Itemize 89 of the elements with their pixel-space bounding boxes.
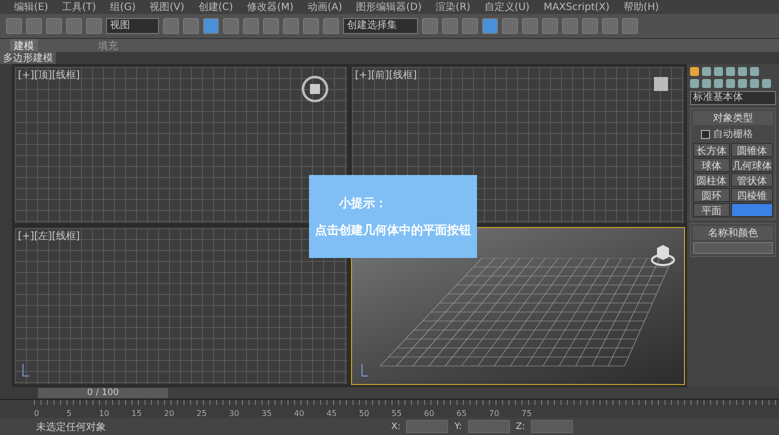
viewcube-icon[interactable]	[301, 75, 329, 103]
frame-number: 70	[489, 409, 500, 418]
toolbar-icon[interactable]	[602, 18, 618, 34]
frame-number: 50	[359, 409, 370, 418]
viewport-label[interactable]: [+][顶][线框]	[18, 68, 80, 82]
menu-item[interactable]: MAXScript(X)	[544, 2, 610, 12]
frame-number: 30	[229, 409, 240, 418]
toolbar-icon[interactable]	[203, 18, 219, 34]
menu-item[interactable]: 动画(A)	[308, 0, 342, 14]
menu-item[interactable]: 组(G)	[110, 0, 136, 14]
frame-number: 65	[456, 409, 468, 418]
toolbar-icon[interactable]	[562, 18, 578, 34]
ribbon-panel-label[interactable]: 多边形建模	[0, 51, 56, 65]
toolbar-icon[interactable]	[66, 18, 82, 34]
coordinate-field[interactable]	[406, 420, 448, 433]
menu-item[interactable]: 渲染(R)	[436, 0, 470, 14]
view-dropdown[interactable]: 视图	[106, 18, 159, 34]
viewport-label[interactable]: [+][左][线框]	[18, 229, 80, 243]
toolbar-icon[interactable]	[582, 18, 598, 34]
coordinate-label: Y:	[454, 422, 462, 432]
menu-item[interactable]: 编辑(E)	[14, 0, 48, 14]
coordinate-field[interactable]	[468, 420, 510, 433]
frame-number: 35	[262, 409, 273, 418]
status-message: 未选定任何对象	[36, 420, 107, 434]
axis-icon	[21, 364, 29, 378]
primitive-button[interactable]: 球体	[693, 158, 730, 172]
toolbar-icon[interactable]	[303, 18, 319, 34]
frame-number: 60	[424, 409, 436, 418]
toolbar-icon[interactable]	[183, 18, 199, 34]
time-slider-thumb[interactable]: 0 / 100	[38, 388, 168, 398]
toolbar-icon[interactable]	[442, 18, 458, 34]
viewport-label[interactable]: [+][前][线框]	[355, 68, 417, 82]
toolbar-icon[interactable]	[86, 18, 102, 34]
toolbar-icon[interactable]	[46, 18, 62, 34]
toolbar-icon[interactable]	[223, 18, 239, 34]
toolbar-icon[interactable]	[323, 18, 339, 34]
primitive-button[interactable]: 长方体	[693, 143, 730, 157]
frame-number: 55	[392, 409, 403, 418]
primitive-button[interactable]: 四棱锥	[731, 188, 773, 202]
toolbar-icon[interactable]	[542, 18, 558, 34]
viewcube-icon[interactable]	[650, 242, 676, 266]
toolbar-icon[interactable]	[622, 18, 638, 34]
rollout-title[interactable]: 对象类型	[693, 111, 773, 125]
selection-set-dropdown[interactable]: 创建选择集	[343, 18, 418, 34]
toolbar-icon[interactable]	[26, 18, 42, 34]
time-slider-track[interactable]: 0 / 100	[38, 388, 779, 398]
frame-number: 10	[99, 409, 110, 418]
primitive-button[interactable]: 平面	[693, 203, 730, 217]
cube-icon[interactable]	[654, 77, 668, 91]
axis-icon	[360, 364, 368, 378]
toolbar-icon[interactable]	[462, 18, 478, 34]
coordinate-label: X:	[391, 422, 400, 432]
toolbar-icon[interactable]	[243, 18, 259, 34]
menu-item[interactable]: 自定义(U)	[484, 0, 530, 14]
toolbar-icon[interactable]	[522, 18, 538, 34]
primitive-button[interactable]: 圆环	[693, 188, 730, 202]
frame-number: 40	[294, 409, 306, 418]
menu-item[interactable]: 修改器(M)	[247, 0, 294, 14]
menu-item[interactable]: 视图(V)	[150, 0, 184, 14]
coordinate-field[interactable]	[531, 420, 573, 433]
category-dropdown[interactable]: 标准基本体	[690, 91, 776, 105]
frame-number: 15	[132, 409, 143, 418]
coordinate-label: Z:	[516, 422, 525, 432]
toolbar-icon[interactable]	[482, 18, 498, 34]
autogrid-checkbox[interactable]: 自动栅格	[693, 127, 773, 141]
toolbar-icon[interactable]	[283, 18, 299, 34]
primitive-button[interactable]: 圆锥体	[731, 143, 773, 157]
menu-item[interactable]: 工具(T)	[62, 0, 96, 14]
primitive-button[interactable]: 圆柱体	[693, 173, 730, 187]
primitive-button[interactable]: 管状体	[731, 173, 773, 187]
primitive-button[interactable]	[731, 203, 773, 217]
frame-number: 0	[34, 409, 40, 418]
menu-item[interactable]: 创建(C)	[198, 0, 234, 14]
frame-number: 45	[326, 409, 338, 418]
toolbar-icon[interactable]	[263, 18, 279, 34]
frame-number: 75	[522, 409, 533, 418]
toolbar-icon[interactable]	[163, 18, 179, 34]
toolbar-icon[interactable]	[502, 18, 518, 34]
toolbar-icon[interactable]	[422, 18, 438, 34]
name-field[interactable]	[693, 242, 773, 254]
menu-item[interactable]: 图形编辑器(D)	[356, 0, 422, 14]
timeline-track[interactable]: 0 5 10 15 20 25 30 35 40 45 50 55 60 65 70 75	[0, 399, 779, 418]
primitive-button[interactable]: 几何球体	[731, 158, 773, 172]
menu-item[interactable]: 帮助(H)	[624, 0, 659, 14]
toolbar-icon[interactable]	[6, 18, 22, 34]
frame-number: 20	[164, 409, 176, 418]
frame-number: 25	[196, 409, 208, 418]
frame-number: 5	[66, 409, 73, 418]
rollout-title[interactable]: 名称和颜色	[693, 226, 773, 240]
